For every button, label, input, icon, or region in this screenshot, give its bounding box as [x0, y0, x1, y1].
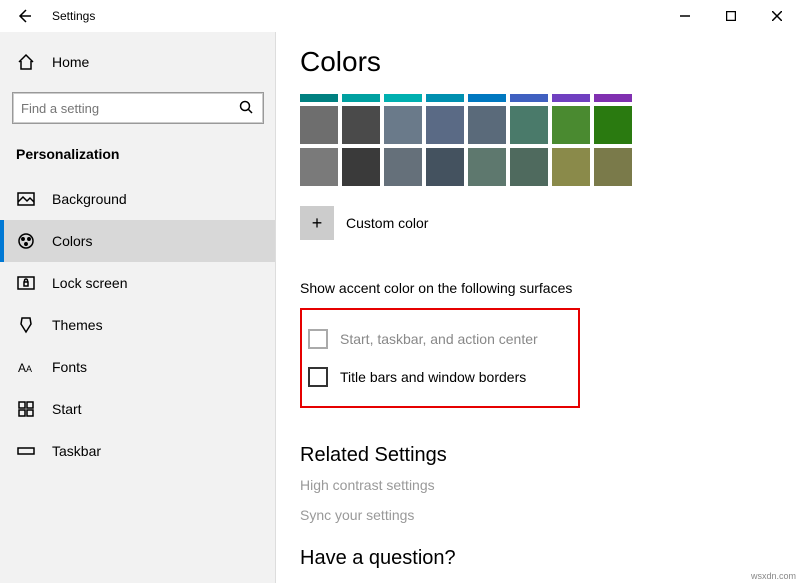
color-strip-swatch[interactable]: [552, 94, 590, 102]
color-strip-swatch[interactable]: [342, 94, 380, 102]
back-button[interactable]: [8, 0, 40, 32]
maximize-icon: [726, 11, 736, 21]
color-strip-swatch[interactable]: [384, 94, 422, 102]
nav-label: Start: [52, 401, 82, 417]
color-swatch[interactable]: [594, 106, 632, 144]
custom-color-button[interactable]: +: [300, 206, 334, 240]
color-swatch[interactable]: [510, 148, 548, 186]
color-strip: [300, 94, 800, 102]
colors-icon: [16, 231, 36, 251]
nav-label: Taskbar: [52, 443, 101, 459]
watermark: wsxdn.com: [751, 571, 796, 581]
sidebar: Home Personalization Background Colors L…: [0, 32, 276, 583]
color-swatch[interactable]: [384, 148, 422, 186]
close-icon: [772, 11, 782, 21]
home-nav[interactable]: Home: [0, 42, 276, 82]
lock-screen-icon: [16, 273, 36, 293]
checkbox-row-start: Start, taskbar, and action center: [308, 320, 538, 358]
link-high-contrast[interactable]: High contrast settings: [300, 477, 800, 493]
maximize-button[interactable]: [708, 0, 754, 32]
home-icon: [16, 52, 36, 72]
color-swatch[interactable]: [300, 106, 338, 144]
color-swatch[interactable]: [426, 148, 464, 186]
color-swatch[interactable]: [552, 148, 590, 186]
taskbar-icon: [16, 441, 36, 461]
link-sync-settings[interactable]: Sync your settings: [300, 507, 800, 523]
minimize-icon: [680, 11, 690, 21]
svg-text:A: A: [18, 361, 26, 375]
search-icon: [239, 100, 255, 116]
window-title: Settings: [52, 9, 95, 23]
color-swatch[interactable]: [468, 148, 506, 186]
content-area: Colors + Custom color Show accent color …: [276, 32, 800, 583]
color-swatch[interactable]: [384, 106, 422, 144]
nav-label: Themes: [52, 317, 103, 333]
nav-fonts[interactable]: AA Fonts: [0, 346, 276, 388]
color-strip-swatch[interactable]: [426, 94, 464, 102]
custom-color-label: Custom color: [346, 215, 428, 231]
nav-colors[interactable]: Colors: [0, 220, 276, 262]
nav-background[interactable]: Background: [0, 178, 276, 220]
nav-label: Lock screen: [52, 275, 127, 291]
surfaces-label: Show accent color on the following surfa…: [300, 280, 800, 296]
search-box[interactable]: [12, 92, 264, 124]
category-header: Personalization: [0, 140, 276, 178]
nav-themes[interactable]: Themes: [0, 304, 276, 346]
checkbox-label: Title bars and window borders: [340, 369, 526, 385]
color-swatch[interactable]: [594, 148, 632, 186]
color-strip-swatch[interactable]: [594, 94, 632, 102]
start-icon: [16, 399, 36, 419]
svg-text:A: A: [26, 364, 32, 374]
color-swatch[interactable]: [510, 106, 548, 144]
color-swatch[interactable]: [468, 106, 506, 144]
titlebar: Settings: [0, 0, 800, 32]
color-swatch[interactable]: [342, 106, 380, 144]
nav-lock-screen[interactable]: Lock screen: [0, 262, 276, 304]
color-swatch[interactable]: [300, 148, 338, 186]
color-swatch[interactable]: [552, 106, 590, 144]
background-icon: [16, 189, 36, 209]
nav-label: Fonts: [52, 359, 87, 375]
color-swatch[interactable]: [426, 106, 464, 144]
checkbox-title-bars[interactable]: [308, 367, 328, 387]
nav-label: Colors: [52, 233, 92, 249]
nav-label: Background: [52, 191, 127, 207]
fonts-icon: AA: [16, 357, 36, 377]
color-strip-swatch[interactable]: [300, 94, 338, 102]
color-strip-swatch[interactable]: [510, 94, 548, 102]
color-row-2: [300, 148, 800, 186]
plus-icon: +: [312, 213, 323, 234]
window-controls: [662, 0, 800, 32]
page-title: Colors: [300, 46, 800, 78]
checkbox-label: Start, taskbar, and action center: [340, 331, 538, 347]
checkbox-row-titlebars: Title bars and window borders: [308, 358, 538, 396]
annotation-highlight: Start, taskbar, and action center Title …: [300, 308, 580, 408]
related-settings-title: Related Settings: [300, 444, 800, 467]
checkbox-start-taskbar[interactable]: [308, 329, 328, 349]
search-input[interactable]: [21, 101, 239, 116]
minimize-button[interactable]: [662, 0, 708, 32]
color-swatch[interactable]: [342, 148, 380, 186]
nav-taskbar[interactable]: Taskbar: [0, 430, 276, 472]
question-title: Have a question?: [300, 547, 800, 570]
color-row-1: [300, 106, 800, 144]
custom-color-row: + Custom color: [300, 206, 800, 240]
arrow-left-icon: [16, 8, 32, 24]
color-strip-swatch[interactable]: [468, 94, 506, 102]
themes-icon: [16, 315, 36, 335]
close-button[interactable]: [754, 0, 800, 32]
nav-start[interactable]: Start: [0, 388, 276, 430]
home-label: Home: [52, 54, 89, 70]
